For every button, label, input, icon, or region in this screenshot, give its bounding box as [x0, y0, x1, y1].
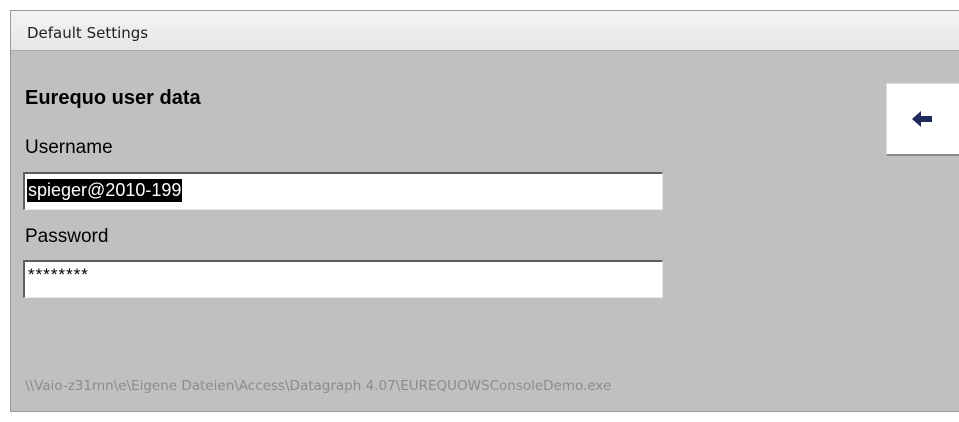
- back-button[interactable]: [886, 83, 959, 156]
- executable-path: \\Vaio-z31mn\e\Eigene Dateien\Access\Dat…: [25, 378, 612, 394]
- password-label: Password: [25, 226, 109, 247]
- arrow-left-icon: [912, 111, 932, 127]
- password-field[interactable]: ********: [23, 260, 663, 298]
- settings-window: Default Settings Eurequo user data Usern…: [10, 10, 959, 412]
- window-title: Default Settings: [27, 24, 149, 42]
- title-bar[interactable]: Default Settings: [11, 11, 959, 51]
- password-value: ********: [28, 265, 89, 284]
- section-heading: Eurequo user data: [25, 87, 201, 109]
- username-label: Username: [25, 137, 113, 158]
- username-value: spieger@2010-199: [27, 179, 183, 202]
- username-field[interactable]: spieger@2010-199: [23, 172, 663, 210]
